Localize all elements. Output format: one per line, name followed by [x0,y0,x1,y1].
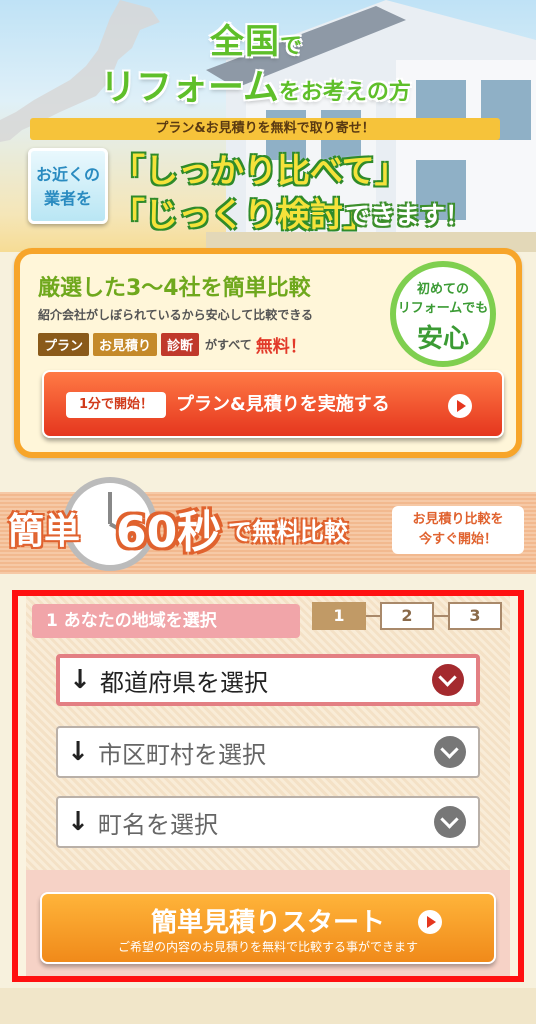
town-select-text: 町名を選択 [98,810,218,839]
card-subtitle: 紹介会社がしぼられているから安心して比較できる [38,308,314,322]
tag-plan: プラン [38,333,90,356]
step-label: 1 あなたの地域を選択 [32,604,300,638]
start-plan-button[interactable]: 1分で開始！ プラン&見積りを実施する [42,370,504,438]
city-select-text: 市区町村を選択 [98,740,266,769]
hero-title-line2: リフォームをお考えの方 [100,67,411,108]
free-quote-bar: プラン&お見積りを無料で取り寄せ！ [30,118,500,140]
banner-free-compare: で無料比較 [228,518,348,546]
tag-estimate: お見積り [93,333,158,356]
one-minute-pill: 1分で開始！ [66,392,166,418]
tag-diagnosis: 診断 [161,333,200,356]
compare-headline-1: 「しっかり比べて」 [112,151,408,190]
compare-headline-2: 「じっくり検討」 [112,195,376,234]
play-icon [448,394,472,418]
banner-60-seconds: 60秒 [116,507,222,558]
step-indicator: 1 2 3 [312,602,502,630]
footer-strip [0,988,536,1024]
down-arrow-icon: ↓ [69,665,91,695]
town-select[interactable]: ↓ 町名を選択 [56,796,480,848]
banner-start-now-bubble: お見積り比較を 今すぐ開始！ [392,506,524,554]
reassurance-text: 初めての リフォームでも 安心 [397,282,489,354]
hero-title-line1: 全国で [210,22,304,62]
down-arrow-icon: ↓ [67,737,89,767]
step-2: 2 [380,602,434,630]
down-arrow-icon: ↓ [67,807,89,837]
chevron-down-icon [434,736,466,768]
start-estimate-button[interactable]: 簡単見積りスタート ご希望の内容のお見積りを無料で比較する事ができます [40,892,496,964]
tags-tail: がすべて [205,338,252,352]
tags-free: 無料！ [255,337,307,357]
hero-banner: 全国で リフォームをお考えの方 プラン&お見積りを無料で取り寄せ！ お近くの 業… [0,0,536,252]
can-do-text: できます！ [345,201,471,230]
prefecture-select-text: 都道府県を選択 [100,668,268,697]
play-icon [418,910,442,934]
near-contractors-badge: お近くの 業者を [28,148,108,224]
start-plan-label: プラン&見積りを実施する [176,394,390,415]
city-select[interactable]: ↓ 市区町村を選択 [56,726,480,778]
step-1: 1 [312,602,366,630]
start-estimate-sub: ご希望の内容のお見積りを無料で比較する事ができます [117,940,418,954]
card-title: 厳選した3～4社を簡単比較 [38,276,311,301]
banner-easy: 簡単 [8,511,81,552]
chevron-down-icon [434,806,466,838]
chevron-down-icon [432,664,464,696]
comparison-card: 厳選した3～4社を簡単比較 紹介会社がしぼられているから安心して比較できる プラ… [14,248,522,458]
step-3: 3 [448,602,502,630]
free-tags: プラン お見積り 診断 がすべて 無料！ [38,332,307,357]
prefecture-select[interactable]: ↓ 都道府県を選択 [56,654,480,706]
